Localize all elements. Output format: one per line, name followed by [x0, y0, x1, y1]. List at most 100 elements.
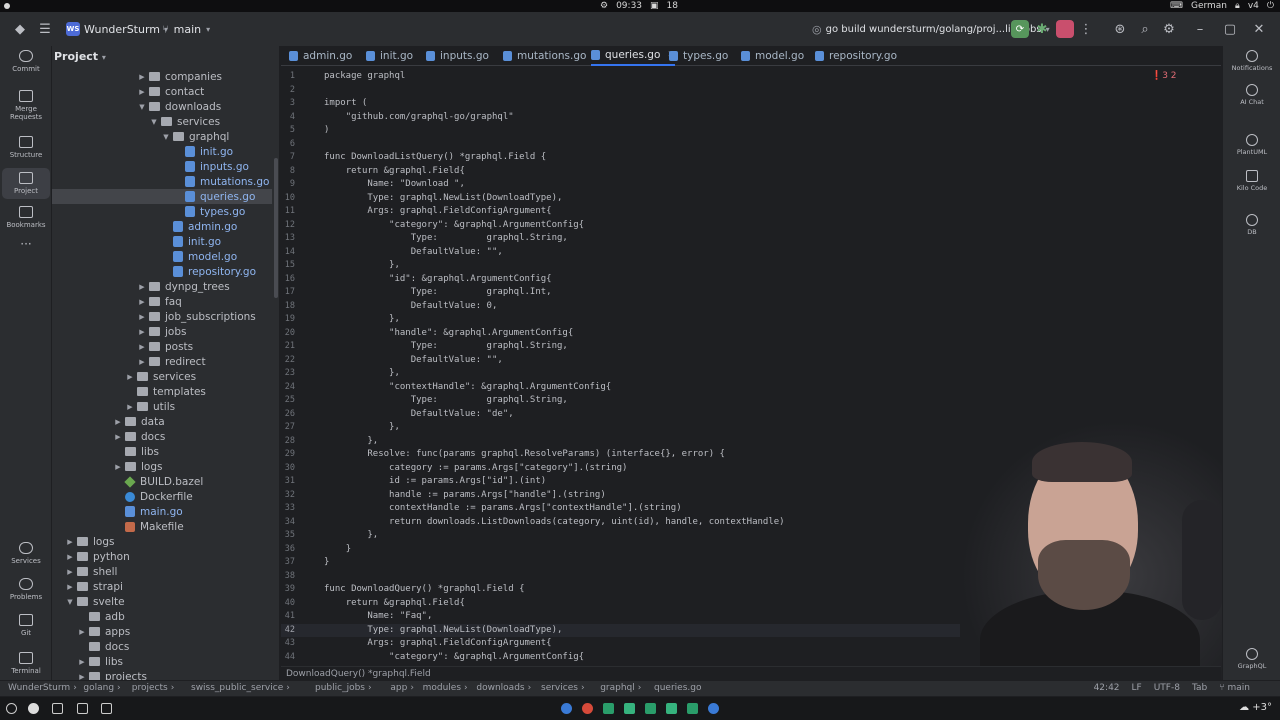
tree-file[interactable]: Dockerfile: [113, 489, 193, 504]
chevron-right-icon[interactable]: ▶: [113, 463, 123, 471]
chevron-right-icon[interactable]: ▶: [125, 403, 135, 411]
taskbar-app-icon[interactable]: [561, 703, 572, 714]
tree-folder[interactable]: ▶ projects: [77, 669, 147, 680]
weather-widget[interactable]: ☁ +3°: [1239, 702, 1272, 713]
chevron-right-icon[interactable]: ▶: [113, 418, 123, 426]
breadcrumb-segment[interactable]: queries.go: [654, 683, 701, 693]
tree-file[interactable]: admin.go: [161, 219, 237, 234]
tool-ai-chat[interactable]: AI Chat: [1227, 84, 1277, 107]
taskbar-app-icon[interactable]: [708, 703, 719, 714]
tree-folder[interactable]: ▶ apps: [77, 624, 130, 639]
taskbar-app-icon[interactable]: [645, 703, 656, 714]
tab-init-go[interactable]: init.go: [366, 46, 413, 66]
tool-db[interactable]: DB: [1227, 214, 1277, 237]
tab-admin-go[interactable]: admin.go: [289, 46, 352, 66]
tree-folder[interactable]: libs: [113, 444, 159, 459]
tree-folder[interactable]: ▶ logs: [65, 534, 114, 549]
breadcrumb-segment[interactable]: public_jobs ›: [315, 683, 372, 693]
stop-button[interactable]: [1056, 20, 1074, 38]
close-icon[interactable]: ✕: [1251, 21, 1267, 37]
tree-folder[interactable]: ▶ dynpg_trees: [137, 279, 229, 294]
mail-icon[interactable]: [52, 703, 63, 714]
tree-folder[interactable]: ▶ redirect: [137, 354, 205, 369]
chevron-right-icon[interactable]: ▶: [113, 433, 123, 441]
breadcrumb-segment[interactable]: services ›: [541, 683, 585, 693]
inspection-widget[interactable]: ❗3 2: [1151, 71, 1177, 81]
tool-bookmarks[interactable]: Bookmarks: [2, 206, 50, 229]
power-icon[interactable]: ⏻: [1267, 1, 1274, 11]
chevron-right-icon[interactable]: ▶: [137, 313, 147, 321]
settings-gear-icon[interactable]: ⚙: [1161, 21, 1177, 37]
tree-file[interactable]: BUILD.bazel: [113, 474, 203, 489]
project-switcher[interactable]: WS WunderSturm ▾: [66, 21, 168, 37]
chevron-right-icon[interactable]: ▶: [65, 583, 75, 591]
taskbar-app-icon[interactable]: [603, 703, 614, 714]
chevron-right-icon[interactable]: ▶: [125, 373, 135, 381]
tree-folder[interactable]: templates: [125, 384, 206, 399]
breadcrumb-segment[interactable]: projects ›: [132, 683, 175, 693]
tree-folder[interactable]: ▶ strapi: [65, 579, 123, 594]
chevron-right-icon[interactable]: ▶: [65, 538, 75, 546]
tree-folder[interactable]: adb: [77, 609, 125, 624]
taskbar-app-icon[interactable]: [687, 703, 698, 714]
tree-folder[interactable]: ▶ python: [65, 549, 129, 564]
browser-icon[interactable]: [28, 703, 39, 714]
tool-problems[interactable]: Problems: [2, 578, 50, 601]
tree-folder[interactable]: ▶ docs: [113, 429, 165, 444]
start-menu-icon[interactable]: [6, 703, 17, 714]
tree-file[interactable]: repository.go: [161, 264, 256, 279]
chevron-right-icon[interactable]: ▶: [77, 628, 87, 636]
tree-folder[interactable]: ▶ posts: [137, 339, 193, 354]
tool-notifications[interactable]: Notifications: [1227, 50, 1277, 73]
chevron-right-icon[interactable]: ▶: [65, 553, 75, 561]
file-encoding[interactable]: UTF-8: [1154, 683, 1180, 693]
tree-file[interactable]: mutations.go: [173, 174, 269, 189]
tree-folder[interactable]: ▶ faq: [137, 294, 182, 309]
chevron-down-icon[interactable]: ▼: [137, 103, 147, 111]
chevron-right-icon[interactable]: ▶: [77, 658, 87, 666]
taskbar-app-icon[interactable]: [582, 703, 593, 714]
tree-file[interactable]: init.go: [173, 144, 233, 159]
tree-folder[interactable]: ▼ graphql: [161, 129, 229, 144]
breadcrumb-segment[interactable]: golang ›: [83, 683, 120, 693]
project-panel-title[interactable]: Project ▾: [54, 50, 106, 63]
tree-folder[interactable]: ▶ services: [125, 369, 196, 384]
tool-services[interactable]: Services: [2, 542, 50, 565]
tree-folder[interactable]: docs: [77, 639, 129, 654]
more-actions-icon[interactable]: ⋮: [1078, 21, 1094, 37]
app-logo-icon[interactable]: ◆: [12, 21, 28, 37]
breadcrumb-segment[interactable]: modules ›: [423, 683, 468, 693]
tool-terminal[interactable]: Terminal: [2, 652, 50, 675]
tool-kilo-code[interactable]: Kilo Code: [1227, 170, 1277, 193]
project-scrollbar[interactable]: [274, 158, 278, 298]
tool-project[interactable]: Project: [2, 168, 50, 199]
tree-file[interactable]: model.go: [161, 249, 237, 264]
taskbar-app-icon[interactable]: [666, 703, 677, 714]
caret-position[interactable]: 42:42: [1094, 683, 1120, 693]
breadcrumb-segment[interactable]: app ›: [390, 683, 414, 693]
search-icon[interactable]: ⌕: [1137, 21, 1153, 37]
chevron-right-icon[interactable]: ▶: [137, 73, 147, 81]
tree-folder[interactable]: ▶ shell: [65, 564, 117, 579]
tab-types-go[interactable]: types.go: [669, 46, 728, 66]
taskbar-app-icon[interactable]: [624, 703, 635, 714]
chevron-right-icon[interactable]: ▶: [137, 298, 147, 306]
files-icon[interactable]: [77, 703, 88, 714]
tool-commit[interactable]: Commit: [2, 50, 50, 73]
chevron-right-icon[interactable]: ▶: [137, 328, 147, 336]
os-menu-icon[interactable]: [4, 3, 10, 9]
tree-folder[interactable]: ▶ logs: [113, 459, 162, 474]
tree-file[interactable]: queries.go: [52, 189, 272, 204]
tab-mutations-go[interactable]: mutations.go: [503, 46, 586, 66]
breadcrumb-segment[interactable]: downloads ›: [476, 683, 531, 693]
tree-folder[interactable]: ▼ services: [149, 114, 220, 129]
tool-merge-requests[interactable]: Merge Requests: [2, 90, 50, 121]
tree-file[interactable]: main.go: [113, 504, 183, 519]
breadcrumb-segment[interactable]: swiss_public_service ›: [191, 683, 290, 693]
tab-queries-go[interactable]: queries.go✕: [591, 46, 675, 66]
chevron-right-icon[interactable]: ▶: [65, 568, 75, 576]
tree-file[interactable]: types.go: [173, 204, 245, 219]
status-branch[interactable]: ⑂ main: [1219, 683, 1250, 693]
tree-folder[interactable]: ▼ downloads: [137, 99, 221, 114]
tab-repository-go[interactable]: repository.go: [815, 46, 897, 66]
